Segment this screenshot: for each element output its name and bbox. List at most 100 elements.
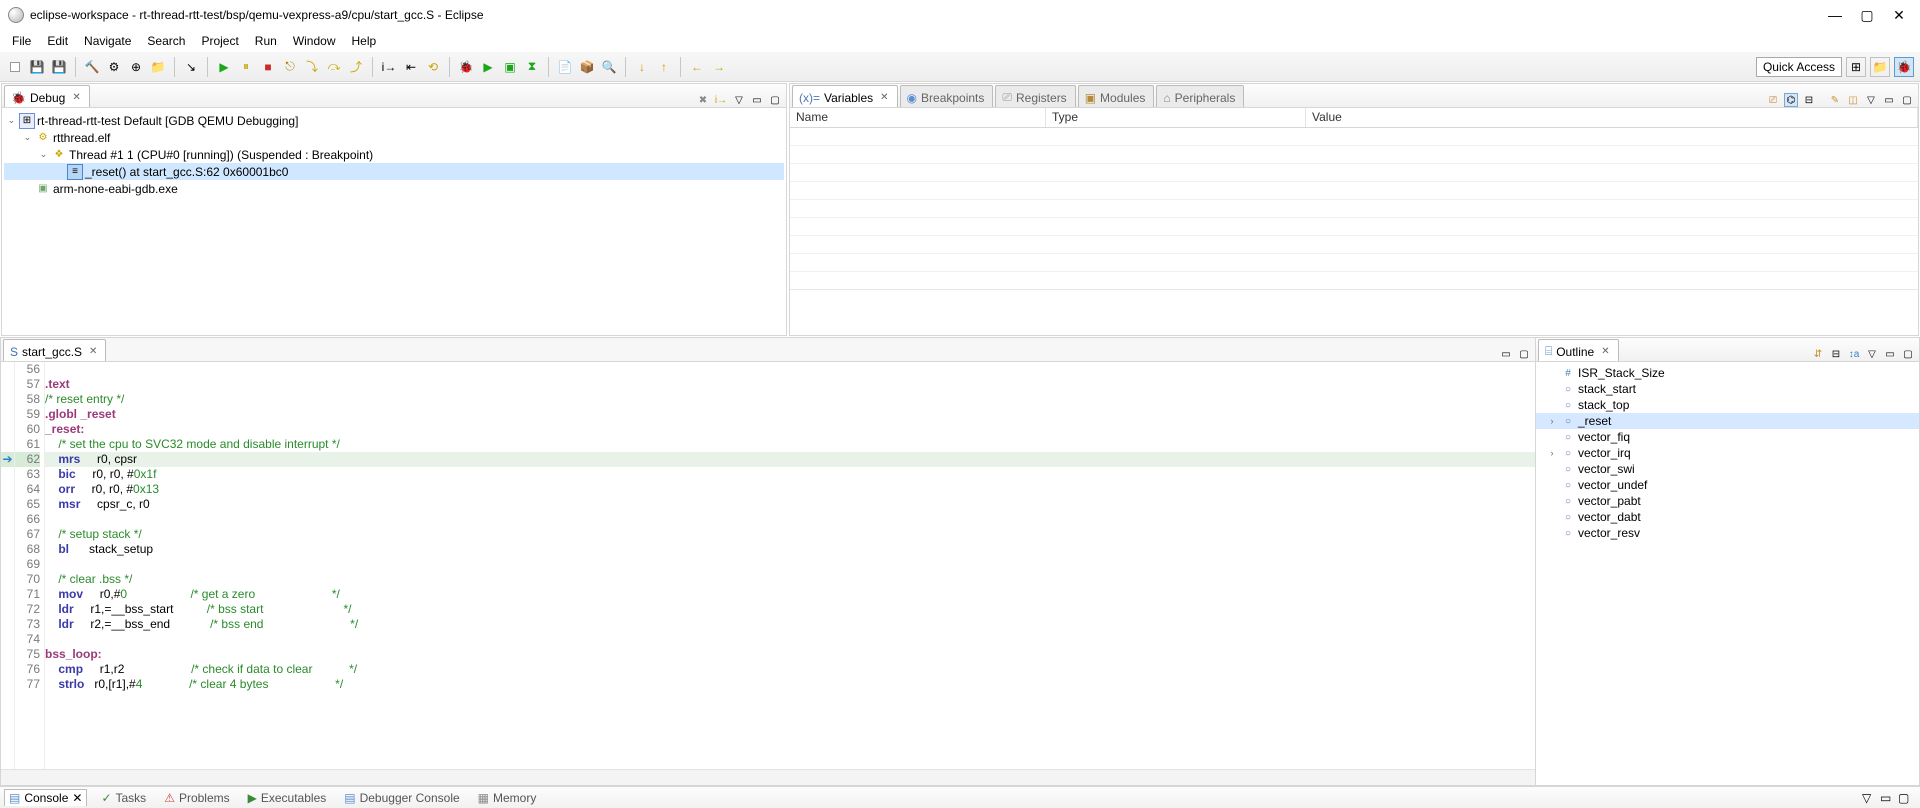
- remove-terminated-icon[interactable]: ✖: [696, 93, 710, 107]
- debug-launch-icon[interactable]: 🐞: [457, 58, 475, 76]
- debug-perspective-icon[interactable]: 🐞: [1894, 57, 1914, 77]
- tab-editor-file[interactable]: S start_gcc.S ✕: [3, 339, 106, 361]
- build-icon[interactable]: 🔨: [83, 58, 101, 76]
- target-icon[interactable]: ⊕: [127, 58, 145, 76]
- folder-icon[interactable]: 📁: [149, 58, 167, 76]
- menu-file[interactable]: File: [6, 32, 37, 50]
- instruction-step-icon[interactable]: i→: [380, 58, 398, 76]
- menu-project[interactable]: Project: [195, 32, 244, 50]
- profile-icon[interactable]: ⧗: [523, 58, 541, 76]
- menu-run[interactable]: Run: [249, 32, 283, 50]
- resume-icon[interactable]: ▶: [215, 58, 233, 76]
- outline-item[interactable]: ›○_reset: [1536, 413, 1919, 429]
- maximize-view-icon[interactable]: ▢: [1900, 93, 1914, 107]
- link-editor-icon[interactable]: ↕a: [1847, 347, 1861, 361]
- outline-item[interactable]: ○vector_swi: [1536, 461, 1919, 477]
- minimize-view-icon[interactable]: ▭: [1882, 93, 1896, 107]
- outline-item[interactable]: #ISR_Stack_Size: [1536, 365, 1919, 381]
- maximize-view-icon[interactable]: ▢: [1901, 347, 1915, 361]
- disconnect-icon[interactable]: ⎋: [281, 58, 299, 76]
- variables-detail-pane[interactable]: [790, 289, 1918, 335]
- view-dropdown-icon[interactable]: ▽: [1864, 93, 1878, 107]
- collapse-all-icon[interactable]: ⊟: [1802, 93, 1816, 107]
- coverage-icon[interactable]: ▣: [501, 58, 519, 76]
- tab-memory[interactable]: ▦ Memory: [474, 790, 541, 806]
- tab-problems[interactable]: ⚠ Problems: [160, 790, 233, 806]
- view-dropdown-icon[interactable]: ▽: [732, 93, 746, 107]
- menu-search[interactable]: Search: [141, 32, 191, 50]
- open-perspective-icon[interactable]: ⊞: [1846, 57, 1866, 77]
- minimize-view-icon[interactable]: ▭: [1880, 791, 1894, 805]
- new-icon[interactable]: [6, 58, 24, 76]
- suspend-icon[interactable]: ⏸: [237, 58, 255, 76]
- window-close-button[interactable]: ✕: [1892, 7, 1906, 24]
- tab-variables[interactable]: (x)= Variables ✕: [792, 85, 898, 107]
- outline-item[interactable]: ○vector_fiq: [1536, 429, 1919, 445]
- maximize-view-icon[interactable]: ▢: [768, 93, 782, 107]
- tab-peripherals[interactable]: ⌂ Peripherals: [1156, 85, 1244, 107]
- chevron-right-icon[interactable]: ›: [1546, 416, 1558, 426]
- minimize-view-icon[interactable]: ▭: [1499, 347, 1513, 361]
- hide-fields-icon[interactable]: ⊟: [1829, 347, 1843, 361]
- chevron-right-icon[interactable]: ›: [1546, 448, 1558, 458]
- tab-console[interactable]: ▤ Console ✕: [4, 789, 87, 806]
- source-editor[interactable]: ➔ 56575859606162636465666768697071727374…: [1, 362, 1535, 769]
- minimize-view-icon[interactable]: ▭: [750, 93, 764, 107]
- menu-navigate[interactable]: Navigate: [78, 32, 137, 50]
- outline-item[interactable]: ›○vector_irq: [1536, 445, 1919, 461]
- new-watch-icon[interactable]: ✎: [1828, 93, 1842, 107]
- terminate-icon[interactable]: ■: [259, 58, 277, 76]
- restart-icon[interactable]: ⟲: [424, 58, 442, 76]
- new-package-icon[interactable]: 📦: [578, 58, 596, 76]
- outline-item[interactable]: ○stack_start: [1536, 381, 1919, 397]
- close-icon[interactable]: ✕: [1601, 346, 1609, 357]
- quick-access-input[interactable]: Quick Access: [1756, 57, 1842, 77]
- tab-debug[interactable]: 🐞 Debug ✕: [4, 85, 90, 107]
- minimize-view-icon[interactable]: ▭: [1883, 347, 1897, 361]
- tab-tasks[interactable]: ✓ Tasks: [97, 790, 150, 806]
- step-over-icon[interactable]: ⤼: [325, 58, 343, 76]
- outline-item[interactable]: ○vector_dabt: [1536, 509, 1919, 525]
- show-logical-icon[interactable]: ⌬: [1784, 93, 1798, 107]
- editor-horizontal-scrollbar[interactable]: [1, 769, 1535, 785]
- column-name[interactable]: Name: [790, 108, 1046, 127]
- back-icon[interactable]: ←: [688, 58, 706, 76]
- menu-help[interactable]: Help: [346, 32, 383, 50]
- view-dropdown-icon[interactable]: ▽: [1862, 791, 1876, 805]
- step-return-icon[interactable]: ⤴: [347, 58, 365, 76]
- build-config-icon[interactable]: ⚙: [105, 58, 123, 76]
- tab-breakpoints[interactable]: ◉ Breakpoints: [900, 85, 994, 107]
- menu-edit[interactable]: Edit: [41, 32, 74, 50]
- prev-annotation-icon[interactable]: ↑: [655, 58, 673, 76]
- tab-outline[interactable]: ⌸ Outline ✕: [1538, 339, 1619, 361]
- close-icon[interactable]: ✕: [72, 791, 82, 805]
- forward-icon[interactable]: →: [710, 58, 728, 76]
- new-class-icon[interactable]: 📄: [556, 58, 574, 76]
- debug-tree[interactable]: ⌄ ⊞ rt-thread-rtt-test Default [GDB QEMU…: [2, 108, 786, 335]
- save-icon[interactable]: 💾: [28, 58, 46, 76]
- window-minimize-button[interactable]: —: [1828, 7, 1842, 24]
- run-launch-icon[interactable]: ▶: [479, 58, 497, 76]
- tab-modules[interactable]: ▣ Modules: [1078, 85, 1155, 107]
- resource-perspective-icon[interactable]: 📁: [1870, 57, 1890, 77]
- tab-registers[interactable]: ⎚ Registers: [995, 85, 1075, 107]
- drop-to-frame-icon[interactable]: ⇤: [402, 58, 420, 76]
- next-annotation-icon[interactable]: ↓: [633, 58, 651, 76]
- close-icon[interactable]: ✕: [880, 92, 888, 103]
- close-icon[interactable]: ✕: [89, 346, 97, 357]
- tab-executables[interactable]: ▶ Executables: [244, 790, 331, 806]
- column-value[interactable]: Value: [1306, 108, 1918, 127]
- menu-window[interactable]: Window: [287, 32, 342, 50]
- outline-item[interactable]: ○stack_top: [1536, 397, 1919, 413]
- maximize-view-icon[interactable]: ▢: [1898, 791, 1912, 805]
- open-type-icon[interactable]: 🔍: [600, 58, 618, 76]
- close-icon[interactable]: ✕: [72, 92, 80, 103]
- column-type[interactable]: Type: [1046, 108, 1306, 127]
- outline-tree[interactable]: #ISR_Stack_Size○stack_start○stack_top›○_…: [1536, 362, 1919, 785]
- outline-item[interactable]: ○vector_resv: [1536, 525, 1919, 541]
- outline-item[interactable]: ○vector_undef: [1536, 477, 1919, 493]
- variables-grid[interactable]: [790, 128, 1918, 289]
- show-type-icon[interactable]: ⎚: [1766, 93, 1780, 107]
- debug-view-menu-icon[interactable]: i→: [714, 93, 728, 107]
- step-into-icon[interactable]: ⤵: [303, 58, 321, 76]
